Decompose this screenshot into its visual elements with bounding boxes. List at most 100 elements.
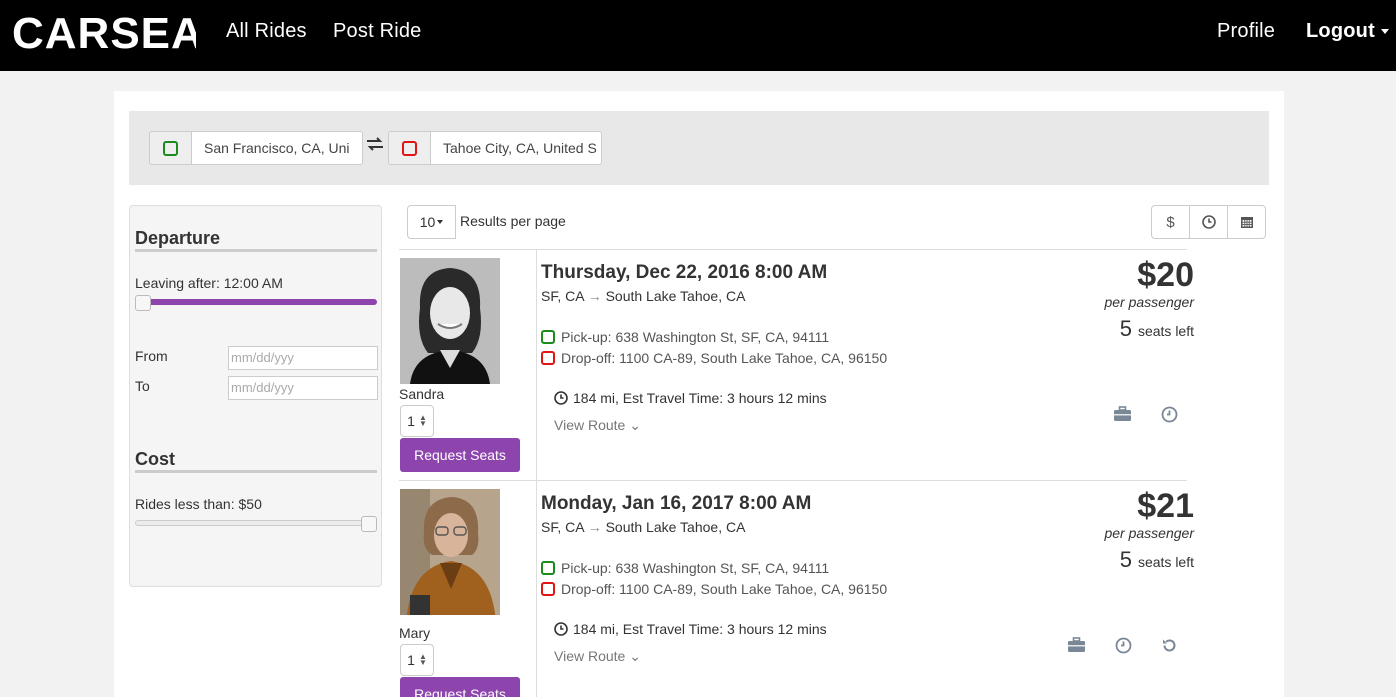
chevron-down-icon [1380, 29, 1389, 35]
divider [135, 470, 377, 473]
per-passenger-label: per passenger [1104, 525, 1194, 541]
view-route-label: View Route [554, 417, 626, 433]
logo-wordmark: CARSEAT [12, 9, 196, 55]
ride-route: SF, CA → South Lake Tahoe, CA [541, 288, 745, 304]
per-passenger-label: per passenger [1104, 294, 1194, 310]
distance-text: 184 mi, Est Travel Time: 3 hours 12 mins [573, 390, 827, 406]
clock-icon [554, 622, 568, 636]
arrow-right-icon: → [587, 519, 602, 535]
seat-quantity-stepper[interactable]: 1 ▲ ▼ [400, 644, 434, 676]
destination-input[interactable]: Tahoe City, CA, United S [431, 131, 602, 165]
origin-input[interactable]: San Francisco, CA, Uni [192, 131, 363, 165]
request-seats-button[interactable]: Request Seats [400, 438, 520, 472]
seats-left-count: 5 [1119, 316, 1132, 341]
route-from: SF, CA [541, 288, 584, 304]
driver-photo [400, 258, 500, 384]
leaving-after-slider[interactable] [135, 299, 377, 305]
ride-price: $21 [1137, 487, 1194, 525]
driver-name: Mary [399, 625, 431, 641]
nav-all-rides[interactable]: All Rides [226, 20, 307, 43]
ride-route: SF, CA → South Lake Tahoe, CA [541, 519, 745, 535]
cost-label: Rides less than: $50 [135, 496, 262, 512]
divider [135, 249, 377, 252]
request-seats-button[interactable]: Request Seats [400, 677, 520, 697]
arrow-right-icon: → [587, 288, 602, 304]
origin-group: San Francisco, CA, Uni [149, 131, 363, 165]
sort-buttons: $ [1151, 205, 1266, 239]
origin-marker [149, 131, 192, 165]
green-square-icon [163, 140, 178, 156]
from-date-input[interactable]: mm/dd/yyy [228, 346, 378, 370]
clock-icon [554, 391, 568, 405]
main-container: San Francisco, CA, Uni Tahoe City, CA, U… [114, 91, 1284, 697]
clock-icon[interactable] [1159, 404, 1179, 424]
from-label: From [135, 348, 168, 364]
red-square-icon [402, 140, 417, 156]
exchange-icon[interactable] [366, 137, 384, 156]
divider [536, 250, 537, 481]
calendar-icon [1240, 217, 1253, 228]
nav-post-ride[interactable]: Post Ride [333, 20, 422, 43]
ride-distance: 184 mi, Est Travel Time: 3 hours 12 mins [554, 621, 827, 637]
dropoff-text: Drop-off: 1100 CA-89, South Lake Tahoe, … [561, 350, 888, 366]
sort-price-button[interactable]: $ [1151, 205, 1190, 239]
pickup-text: Pick-up: 638 Washington St, SF, CA, 9411… [561, 329, 830, 345]
green-square-icon [541, 330, 555, 344]
driver-name: Sandra [399, 386, 445, 402]
cost-handle[interactable] [361, 516, 377, 532]
sort-time-button[interactable] [1189, 205, 1228, 239]
red-square-icon [541, 582, 555, 596]
leaving-after-label: Leaving after: 12:00 AM [135, 275, 283, 291]
destination-group: Tahoe City, CA, United S [388, 131, 602, 165]
to-date-input[interactable]: mm/dd/yyy [228, 376, 378, 400]
stepper-arrows-icon: ▲ ▼ [418, 652, 427, 667]
seats-left-count: 5 [1119, 547, 1132, 572]
dropoff-text: Drop-off: 1100 CA-89, South Lake Tahoe, … [561, 581, 888, 597]
pickup-text: Pick-up: 638 Washington St, SF, CA, 9411… [561, 560, 830, 576]
divider [536, 481, 537, 697]
briefcase-icon[interactable] [1112, 404, 1132, 424]
distance-text: 184 mi, Est Travel Time: 3 hours 12 mins [573, 621, 827, 637]
seats-left: 5 seats left [1120, 547, 1194, 573]
chevron-down-icon: ⌄ [629, 417, 641, 433]
location-search-bar: San Francisco, CA, Uni Tahoe City, CA, U… [129, 111, 1269, 185]
seats-left-label: seats left [1137, 554, 1194, 570]
chevron-down-icon [437, 220, 444, 224]
nav-profile[interactable]: Profile [1217, 20, 1275, 43]
red-square-icon [541, 351, 555, 365]
driver-photo [400, 489, 500, 615]
ride-listing: Mary 1 ▲ ▼ Request Seats Monday, Jan 16, 2… [399, 480, 1194, 697]
chevron-down-icon: ⌄ [629, 648, 641, 664]
filters-panel: Departure Leaving after: 12:00 AM From m… [129, 205, 382, 587]
pickup-point: Pick-up: 638 Washington St, SF, CA, 9411… [541, 560, 829, 576]
destination-marker [388, 131, 431, 165]
view-route-toggle[interactable]: View Route ⌄ [554, 417, 641, 434]
pickup-point: Pick-up: 638 Washington St, SF, CA, 9411… [541, 329, 829, 345]
seats-left: 5 seats left [1120, 316, 1194, 342]
ride-date: Monday, Jan 16, 2017 8:00 AM [541, 493, 812, 514]
navbar: CARSEAT All Rides Post Ride Profile Logo… [0, 0, 1396, 71]
nav-logout[interactable]: Logout [1306, 20, 1389, 43]
view-route-toggle[interactable]: View Route ⌄ [554, 648, 641, 665]
green-square-icon [541, 561, 555, 575]
ride-listing: Sandra 1 ▲ ▼ Request Seats Thursday, Dec 2… [399, 249, 1194, 481]
route-to: South Lake Tahoe, CA [605, 519, 746, 535]
to-label: To [135, 378, 150, 394]
carseat-logo[interactable]: CARSEAT [12, 6, 196, 56]
clock-icon[interactable] [1113, 635, 1133, 655]
leaving-after-handle[interactable] [135, 295, 151, 311]
dropoff-point: Drop-off: 1100 CA-89, South Lake Tahoe, … [541, 350, 887, 366]
view-route-label: View Route [554, 648, 626, 664]
ride-distance: 184 mi, Est Travel Time: 3 hours 12 mins [554, 390, 827, 406]
seat-quantity-stepper[interactable]: 1 ▲ ▼ [400, 405, 434, 437]
dollar-icon: $ [1166, 213, 1175, 231]
dropoff-point: Drop-off: 1100 CA-89, South Lake Tahoe, … [541, 581, 887, 597]
briefcase-icon[interactable] [1066, 635, 1086, 655]
sort-date-button[interactable] [1227, 205, 1266, 239]
logout-label: Logout [1306, 20, 1375, 42]
repeat-icon[interactable] [1159, 635, 1179, 655]
stepper-arrows-icon: ▲ ▼ [418, 413, 427, 428]
cost-slider[interactable] [135, 520, 377, 526]
departure-heading: Departure [135, 228, 221, 248]
per-page-dropdown[interactable]: 10 [407, 205, 456, 239]
